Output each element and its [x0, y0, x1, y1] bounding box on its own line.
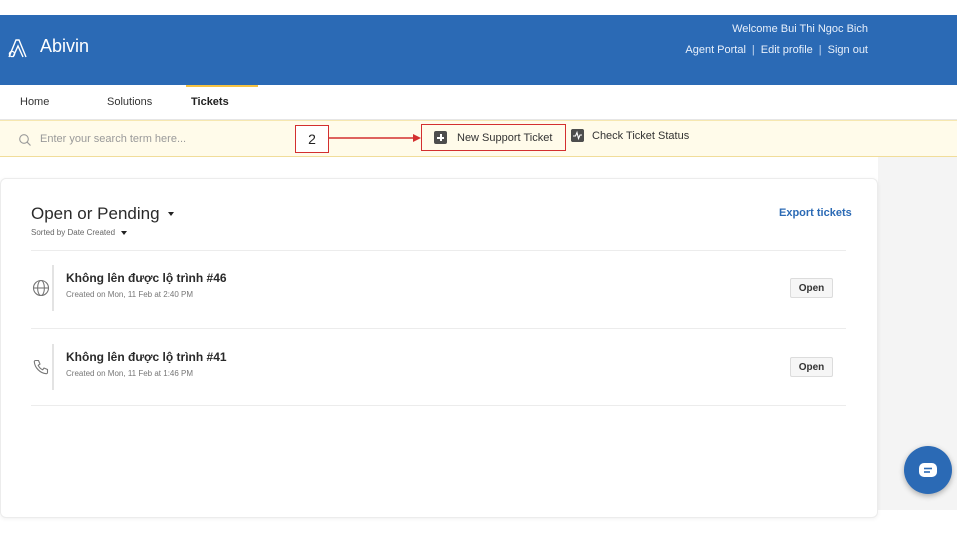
list-divider — [31, 328, 846, 329]
ticket-row[interactable]: Không lên được lộ trình #46 Created on M… — [31, 258, 846, 318]
ticket-filter-dropdown[interactable]: Open or Pending — [31, 204, 174, 224]
link-separator: | — [818, 44, 822, 56]
top-header: Abivin Welcome Bui Thi Ngoc Bich Agent P… — [0, 15, 957, 85]
annotation-step-label: 2 — [295, 125, 329, 153]
status-badge: Open — [790, 278, 833, 298]
nav-home[interactable]: Home — [20, 96, 49, 108]
ticket-created-date: Created on Mon, 11 Feb at 1:46 PM — [66, 369, 194, 378]
annotation-arrow-icon — [329, 134, 421, 142]
link-separator: | — [751, 44, 755, 56]
brand-name[interactable]: Abivin — [40, 36, 89, 57]
new-support-ticket-button[interactable]: New Support Ticket — [421, 124, 566, 151]
support-portal-page: Abivin Welcome Bui Thi Ngoc Bich Agent P… — [0, 0, 960, 540]
sign-out-link[interactable]: Sign out — [828, 44, 868, 56]
ticket-filter-label: Open or Pending — [31, 204, 160, 223]
phone-icon — [33, 359, 49, 375]
edit-profile-link[interactable]: Edit profile — [761, 44, 813, 56]
chevron-down-icon — [167, 212, 174, 216]
globe-icon — [32, 279, 50, 297]
status-badge: Open — [790, 357, 833, 377]
pulse-icon — [571, 129, 584, 142]
ticket-row-marker — [52, 265, 54, 311]
abivin-logo-icon[interactable] — [6, 37, 28, 59]
chevron-down-icon — [121, 230, 128, 235]
nav-solutions[interactable]: Solutions — [107, 96, 152, 108]
export-tickets-link[interactable]: Export tickets — [779, 207, 852, 219]
list-divider — [31, 250, 846, 251]
ticket-created-date: Created on Mon, 11 Feb at 2:40 PM — [66, 290, 194, 299]
chat-icon — [919, 463, 937, 477]
search-icon — [19, 134, 31, 146]
ticket-title[interactable]: Không lên được lộ trình #41 — [66, 350, 227, 364]
search-input[interactable] — [40, 130, 270, 148]
sort-label: Sorted by Date Created — [31, 228, 116, 237]
ticket-title[interactable]: Không lên được lộ trình #46 — [66, 271, 227, 285]
welcome-message: Welcome Bui Thi Ngoc Bich — [732, 23, 868, 35]
account-links: Agent Portal | Edit profile | Sign out — [685, 44, 868, 56]
agent-portal-link[interactable]: Agent Portal — [685, 44, 746, 56]
list-divider — [31, 405, 846, 406]
check-ticket-status-button[interactable]: Check Ticket Status — [571, 129, 689, 142]
active-tab-indicator — [186, 85, 258, 87]
plus-icon — [434, 131, 447, 144]
nav-tickets[interactable]: Tickets — [191, 96, 229, 108]
main-nav: Home Solutions Tickets — [0, 85, 957, 120]
chat-widget-button[interactable] — [904, 446, 952, 494]
ticket-row[interactable]: Không lên được lộ trình #41 Created on M… — [31, 337, 846, 397]
check-status-label: Check Ticket Status — [592, 129, 690, 142]
sort-dropdown[interactable]: Sorted by Date Created — [31, 228, 128, 237]
new-ticket-label: New Support Ticket — [457, 131, 553, 144]
ticket-row-marker — [52, 344, 54, 390]
